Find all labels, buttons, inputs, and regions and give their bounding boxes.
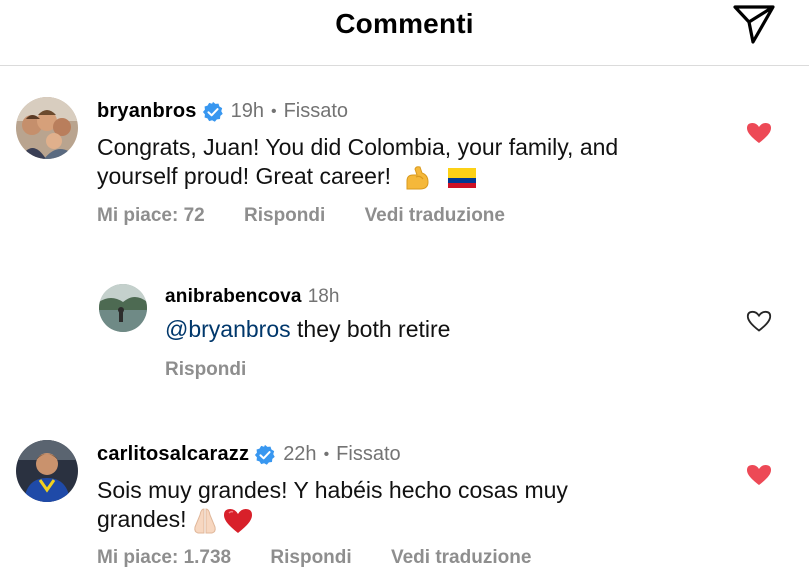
pinned-label: Fissato [336, 443, 401, 465]
see-translation-button[interactable]: Vedi traduzione [391, 547, 531, 568]
timestamp: 18h [307, 286, 340, 307]
likes-count[interactable]: Mi piace: 72 [97, 205, 205, 226]
comment-actions: Mi piace: 72 Rispondi Vedi traduzione [97, 205, 539, 227]
reply-button[interactable]: Rispondi [244, 205, 325, 226]
comment-text-content: they both retire [290, 316, 451, 342]
colombia-flag-emoji [447, 167, 476, 188]
page-title: Commenti [335, 8, 474, 39]
avatar[interactable] [99, 284, 147, 332]
reply-button[interactable]: Rispondi [165, 359, 246, 380]
separator-dot: • [270, 102, 277, 120]
heart-outline-icon[interactable] [746, 309, 772, 333]
comment-text: Congrats, Juan! You did Colombia, your f… [97, 133, 697, 191]
comment-meta: bryanbros 19h • Fissato [97, 100, 348, 123]
timestamp: 22h [283, 443, 317, 465]
red-heart-emoji [223, 508, 252, 533]
share-icon[interactable] [731, 2, 777, 46]
separator-dot: • [323, 445, 330, 463]
reply-button[interactable]: Rispondi [270, 547, 351, 568]
avatar[interactable] [16, 97, 78, 159]
heart-filled-icon[interactable] [746, 463, 772, 487]
verified-badge-icon [255, 444, 275, 465]
username[interactable]: bryanbros [97, 100, 197, 123]
likes-count[interactable]: Mi piace: 1.738 [97, 547, 231, 568]
username[interactable]: carlitosalcarazz [97, 443, 249, 466]
header: Commenti [0, 0, 809, 66]
comment-meta: carlitosalcarazz 22h • Fissato [97, 443, 401, 466]
comment-text: @bryanbros they both retire [165, 315, 450, 344]
folded-hands-emoji [193, 508, 216, 534]
verified-badge-icon [202, 101, 223, 122]
comment-actions: Rispondi [165, 359, 280, 381]
flexed-biceps-emoji [406, 166, 429, 190]
see-translation-button[interactable]: Vedi traduzione [365, 205, 505, 226]
mention-link[interactable]: @bryanbros [165, 316, 291, 342]
username[interactable]: anibrabencova [165, 286, 302, 308]
avatar[interactable] [16, 440, 78, 502]
pinned-label: Fissato [283, 100, 349, 122]
comment-text-content: Sois muy grandes! Y habéis hecho cosas m… [97, 477, 568, 532]
comment-text-content: Congrats, Juan! You did Colombia, your f… [97, 134, 619, 189]
heart-filled-icon[interactable] [746, 121, 772, 145]
comment-actions: Mi piace: 1.738 Rispondi Vedi traduzione [97, 547, 565, 569]
comment-text: Sois muy grandes! Y habéis hecho cosas m… [97, 476, 657, 535]
comment-meta: anibrabencova 18h [165, 286, 339, 308]
timestamp: 19h [230, 100, 264, 122]
